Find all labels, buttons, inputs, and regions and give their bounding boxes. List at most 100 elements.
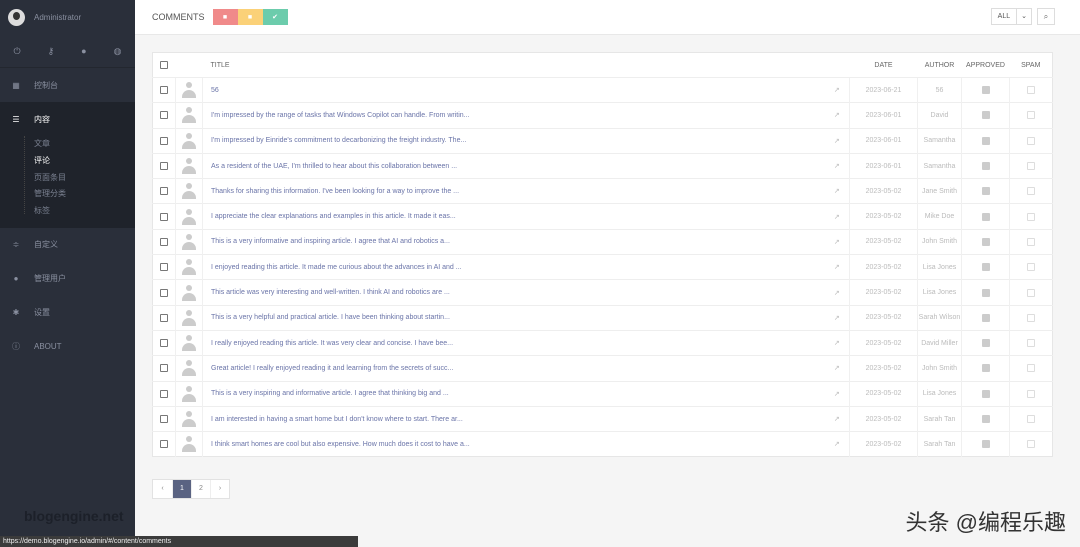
spam-checkbox[interactable]	[1027, 415, 1035, 423]
col-date[interactable]: DATE	[849, 52, 918, 78]
row-checkbox[interactable]	[160, 339, 168, 348]
filter-select[interactable]: ALL ⌄	[990, 8, 1032, 25]
approved-checkbox[interactable]	[981, 263, 990, 272]
key-icon[interactable]: ⚷	[48, 46, 55, 57]
spam-checkbox[interactable]	[1027, 263, 1035, 272]
external-link-icon[interactable]: ↗	[824, 102, 850, 129]
comment-title[interactable]: I'm impressed by Einride's commitment to…	[202, 127, 825, 154]
approved-checkbox[interactable]	[981, 212, 990, 221]
col-title[interactable]: TITLE	[202, 52, 825, 78]
power-icon[interactable]: ⏻	[13, 46, 20, 57]
search-button[interactable]: ⌕	[1037, 8, 1055, 25]
spam-checkbox[interactable]	[1027, 389, 1035, 398]
spam-checkbox[interactable]	[1027, 313, 1035, 322]
row-checkbox[interactable]	[160, 415, 168, 423]
external-link-icon[interactable]: ↗	[824, 355, 850, 382]
external-link-icon[interactable]: ↗	[824, 127, 850, 154]
comment-title[interactable]: I appreciate the clear explanations and …	[202, 203, 825, 230]
globe-icon[interactable]: ◍	[114, 46, 122, 57]
row-checkbox[interactable]	[160, 187, 168, 196]
external-link-icon[interactable]: ↗	[824, 279, 850, 306]
external-link-icon[interactable]: ↗	[824, 329, 850, 356]
external-link-icon[interactable]: ↗	[824, 152, 850, 179]
external-link-icon[interactable]: ↗	[824, 76, 850, 103]
sidebar-item-content[interactable]: ☰ 内容	[0, 102, 135, 136]
external-link-icon[interactable]: ↗	[824, 304, 850, 331]
sidebar-item-users[interactable]: ● 管理用户	[0, 262, 135, 296]
submenu-comments[interactable]: 评论	[22, 153, 135, 170]
spam-checkbox[interactable]	[1027, 111, 1035, 120]
approved-checkbox[interactable]	[981, 415, 990, 423]
approved-checkbox[interactable]	[981, 136, 990, 145]
external-link-icon[interactable]: ↗	[824, 254, 850, 280]
spam-checkbox[interactable]	[1027, 339, 1035, 348]
row-checkbox[interactable]	[160, 111, 168, 120]
spam-checkbox[interactable]	[1027, 288, 1035, 297]
submenu-tags[interactable]: 标签	[22, 203, 135, 220]
spam-checkbox[interactable]	[1027, 364, 1035, 373]
comment-title[interactable]: I enjoyed reading this article. It made …	[202, 254, 825, 280]
approved-checkbox[interactable]	[981, 187, 990, 196]
submenu-posts[interactable]: 文章	[22, 136, 135, 153]
comment-title[interactable]: Thanks for sharing this information. I'v…	[202, 178, 825, 204]
row-checkbox[interactable]	[160, 440, 168, 449]
approved-checkbox[interactable]	[981, 288, 990, 297]
page-2-button[interactable]: 2	[191, 480, 210, 498]
row-checkbox[interactable]	[160, 86, 168, 95]
row-checkbox[interactable]	[160, 288, 168, 297]
external-link-icon[interactable]: ↗	[824, 203, 850, 230]
select-all-checkbox[interactable]	[160, 61, 169, 69]
approve-button[interactable]: ✔	[262, 9, 288, 25]
page-1-button[interactable]: 1	[172, 480, 191, 498]
row-checkbox[interactable]	[160, 263, 168, 272]
spam-checkbox[interactable]	[1027, 136, 1035, 145]
approved-checkbox[interactable]	[981, 111, 990, 120]
sidebar-item-custom[interactable]: ≑ 自定义	[0, 228, 135, 262]
spam-checkbox[interactable]	[1027, 86, 1035, 95]
submenu-pages[interactable]: 页面条目	[22, 170, 135, 187]
col-author[interactable]: AUTHOR	[917, 52, 962, 78]
approved-checkbox[interactable]	[981, 389, 990, 398]
comment-title[interactable]: This is a very inspiring and informative…	[202, 380, 825, 407]
comment-title[interactable]: I really enjoyed reading this article. I…	[202, 329, 825, 356]
comment-title[interactable]: I'm impressed by the range of tasks that…	[202, 102, 825, 129]
approved-checkbox[interactable]	[981, 339, 990, 348]
spam-checkbox[interactable]	[1027, 440, 1035, 449]
row-checkbox[interactable]	[160, 389, 168, 398]
comment-title[interactable]: As a resident of the UAE, I'm thrilled t…	[202, 152, 825, 179]
col-spam[interactable]: SPAM	[1009, 52, 1053, 78]
submenu-categories[interactable]: 管理分类	[22, 186, 135, 203]
next-page-button[interactable]: ›	[210, 480, 229, 498]
comment-title[interactable]: This article was very interesting and we…	[202, 279, 825, 306]
row-checkbox[interactable]	[160, 212, 168, 221]
user-profile[interactable]: Administrator	[0, 0, 135, 35]
sidebar-item-settings[interactable]: ✱ 设置	[0, 296, 135, 330]
row-checkbox[interactable]	[160, 313, 168, 322]
col-approved[interactable]: APPROVED	[961, 52, 1010, 78]
sidebar-item-about[interactable]: ⓘ ABOUT	[0, 330, 135, 364]
comment-title[interactable]: 56	[202, 76, 825, 103]
sidebar-item-dashboard[interactable]: ▦ 控制台	[0, 68, 135, 102]
row-checkbox[interactable]	[160, 237, 168, 246]
external-link-icon[interactable]: ↗	[824, 431, 850, 457]
approved-checkbox[interactable]	[981, 313, 990, 322]
external-link-icon[interactable]: ↗	[824, 405, 850, 432]
approved-checkbox[interactable]	[981, 162, 990, 171]
row-checkbox[interactable]	[160, 136, 168, 145]
spam-checkbox[interactable]	[1027, 212, 1035, 221]
user-icon[interactable]: ●	[81, 46, 86, 56]
delete-button[interactable]: ■	[212, 9, 238, 25]
approved-checkbox[interactable]	[981, 86, 990, 95]
comment-title[interactable]: I think smart homes are cool but also ex…	[202, 431, 825, 457]
row-checkbox[interactable]	[160, 364, 168, 373]
prev-page-button[interactable]: ‹	[153, 480, 172, 498]
spam-checkbox[interactable]	[1027, 237, 1035, 246]
external-link-icon[interactable]: ↗	[824, 228, 850, 255]
row-checkbox[interactable]	[160, 162, 168, 171]
comment-title[interactable]: This is a very informative and inspiring…	[202, 228, 825, 255]
external-link-icon[interactable]: ↗	[824, 178, 850, 204]
approved-checkbox[interactable]	[981, 364, 990, 373]
external-link-icon[interactable]: ↗	[824, 380, 850, 407]
comment-title[interactable]: Great article! I really enjoyed reading …	[202, 355, 825, 382]
comment-title[interactable]: I am interested in having a smart home b…	[202, 405, 825, 432]
